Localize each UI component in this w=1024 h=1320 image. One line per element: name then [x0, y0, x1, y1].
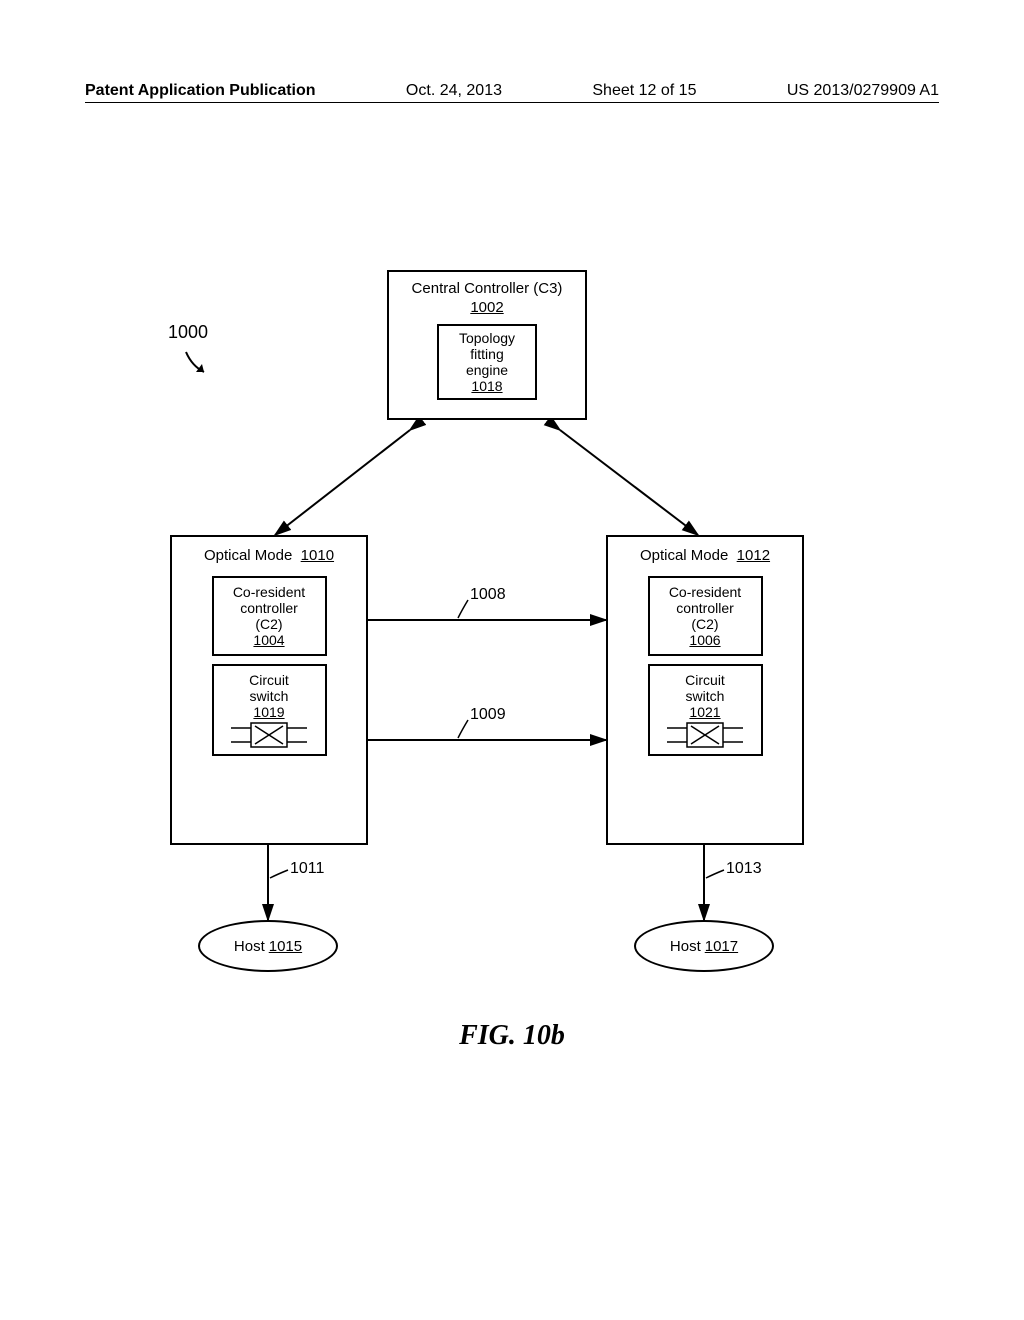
node-right-title-text: Optical Mode	[640, 547, 728, 564]
ref-1006: 1006	[654, 632, 757, 648]
host-left: Host 1015	[198, 920, 338, 972]
host-left-label: Host	[234, 938, 265, 955]
ref-1000: 1000	[168, 322, 208, 343]
switch-l1-left: Circuit	[218, 672, 321, 688]
node-right-title: Optical Mode 1012	[608, 547, 802, 568]
ref-1017: 1017	[705, 938, 738, 955]
coresident-controller-left: Co-resident controller (C2) 1004	[212, 576, 327, 656]
ref-1013: 1013	[726, 860, 762, 878]
topo-line3: engine	[445, 362, 529, 378]
ctrl-l3-left: (C2)	[218, 616, 321, 632]
optical-node-right: Optical Mode 1012 Co-resident controller…	[606, 535, 804, 845]
header-date: Oct. 24, 2013	[406, 82, 502, 100]
circuit-switch-right: Circuit switch 1021	[648, 664, 763, 756]
switch-cross-icon	[229, 722, 309, 748]
ctrl-l3-right: (C2)	[654, 616, 757, 632]
switch-cross-icon	[665, 722, 745, 748]
node-left-title-text: Optical Mode	[204, 547, 292, 564]
ctrl-l2-left: controller	[218, 600, 321, 616]
host-right-label: Host	[670, 938, 701, 955]
central-controller-box: Central Controller (C3) 1002 Topology fi…	[387, 270, 587, 420]
header-sheet: Sheet 12 of 15	[592, 82, 696, 100]
ctrl-l1-left: Co-resident	[218, 584, 321, 600]
ref-1002: 1002	[389, 299, 585, 316]
ref-1009: 1009	[470, 706, 506, 724]
page-header: Patent Application Publication Oct. 24, …	[0, 82, 1024, 100]
ref-1010: 1010	[301, 547, 334, 564]
circuit-switch-left: Circuit switch 1019	[212, 664, 327, 756]
node-left-title: Optical Mode 1010	[172, 547, 366, 568]
header-pubno: US 2013/0279909 A1	[787, 82, 939, 100]
arrow-1000-icon	[182, 348, 212, 378]
ref-1004: 1004	[218, 632, 321, 648]
coresident-controller-right: Co-resident controller (C2) 1006	[648, 576, 763, 656]
ref-1019: 1019	[218, 704, 321, 720]
diagram-figure: 1000 1008 1009 1011 1013	[140, 260, 900, 1020]
host-right: Host 1017	[634, 920, 774, 972]
switch-l1-right: Circuit	[654, 672, 757, 688]
topology-engine-box: Topology fitting engine 1018	[437, 324, 537, 400]
switch-l2-left: switch	[218, 688, 321, 704]
header-rule	[85, 102, 939, 103]
optical-node-left: Optical Mode 1010 Co-resident controller…	[170, 535, 368, 845]
ref-1021: 1021	[654, 704, 757, 720]
figure-caption: FIG. 10b	[0, 1020, 1024, 1052]
ref-1015: 1015	[269, 938, 302, 955]
topo-line1: Topology	[445, 330, 529, 346]
header-left: Patent Application Publication	[85, 82, 316, 100]
ctrl-l1-right: Co-resident	[654, 584, 757, 600]
ref-1011: 1011	[290, 860, 324, 878]
ctrl-l2-right: controller	[654, 600, 757, 616]
topo-line2: fitting	[445, 346, 529, 362]
ref-1012: 1012	[737, 547, 770, 564]
central-title: Central Controller (C3)	[389, 280, 585, 297]
switch-l2-right: switch	[654, 688, 757, 704]
ref-1008: 1008	[470, 586, 506, 604]
ref-1018: 1018	[445, 378, 529, 394]
